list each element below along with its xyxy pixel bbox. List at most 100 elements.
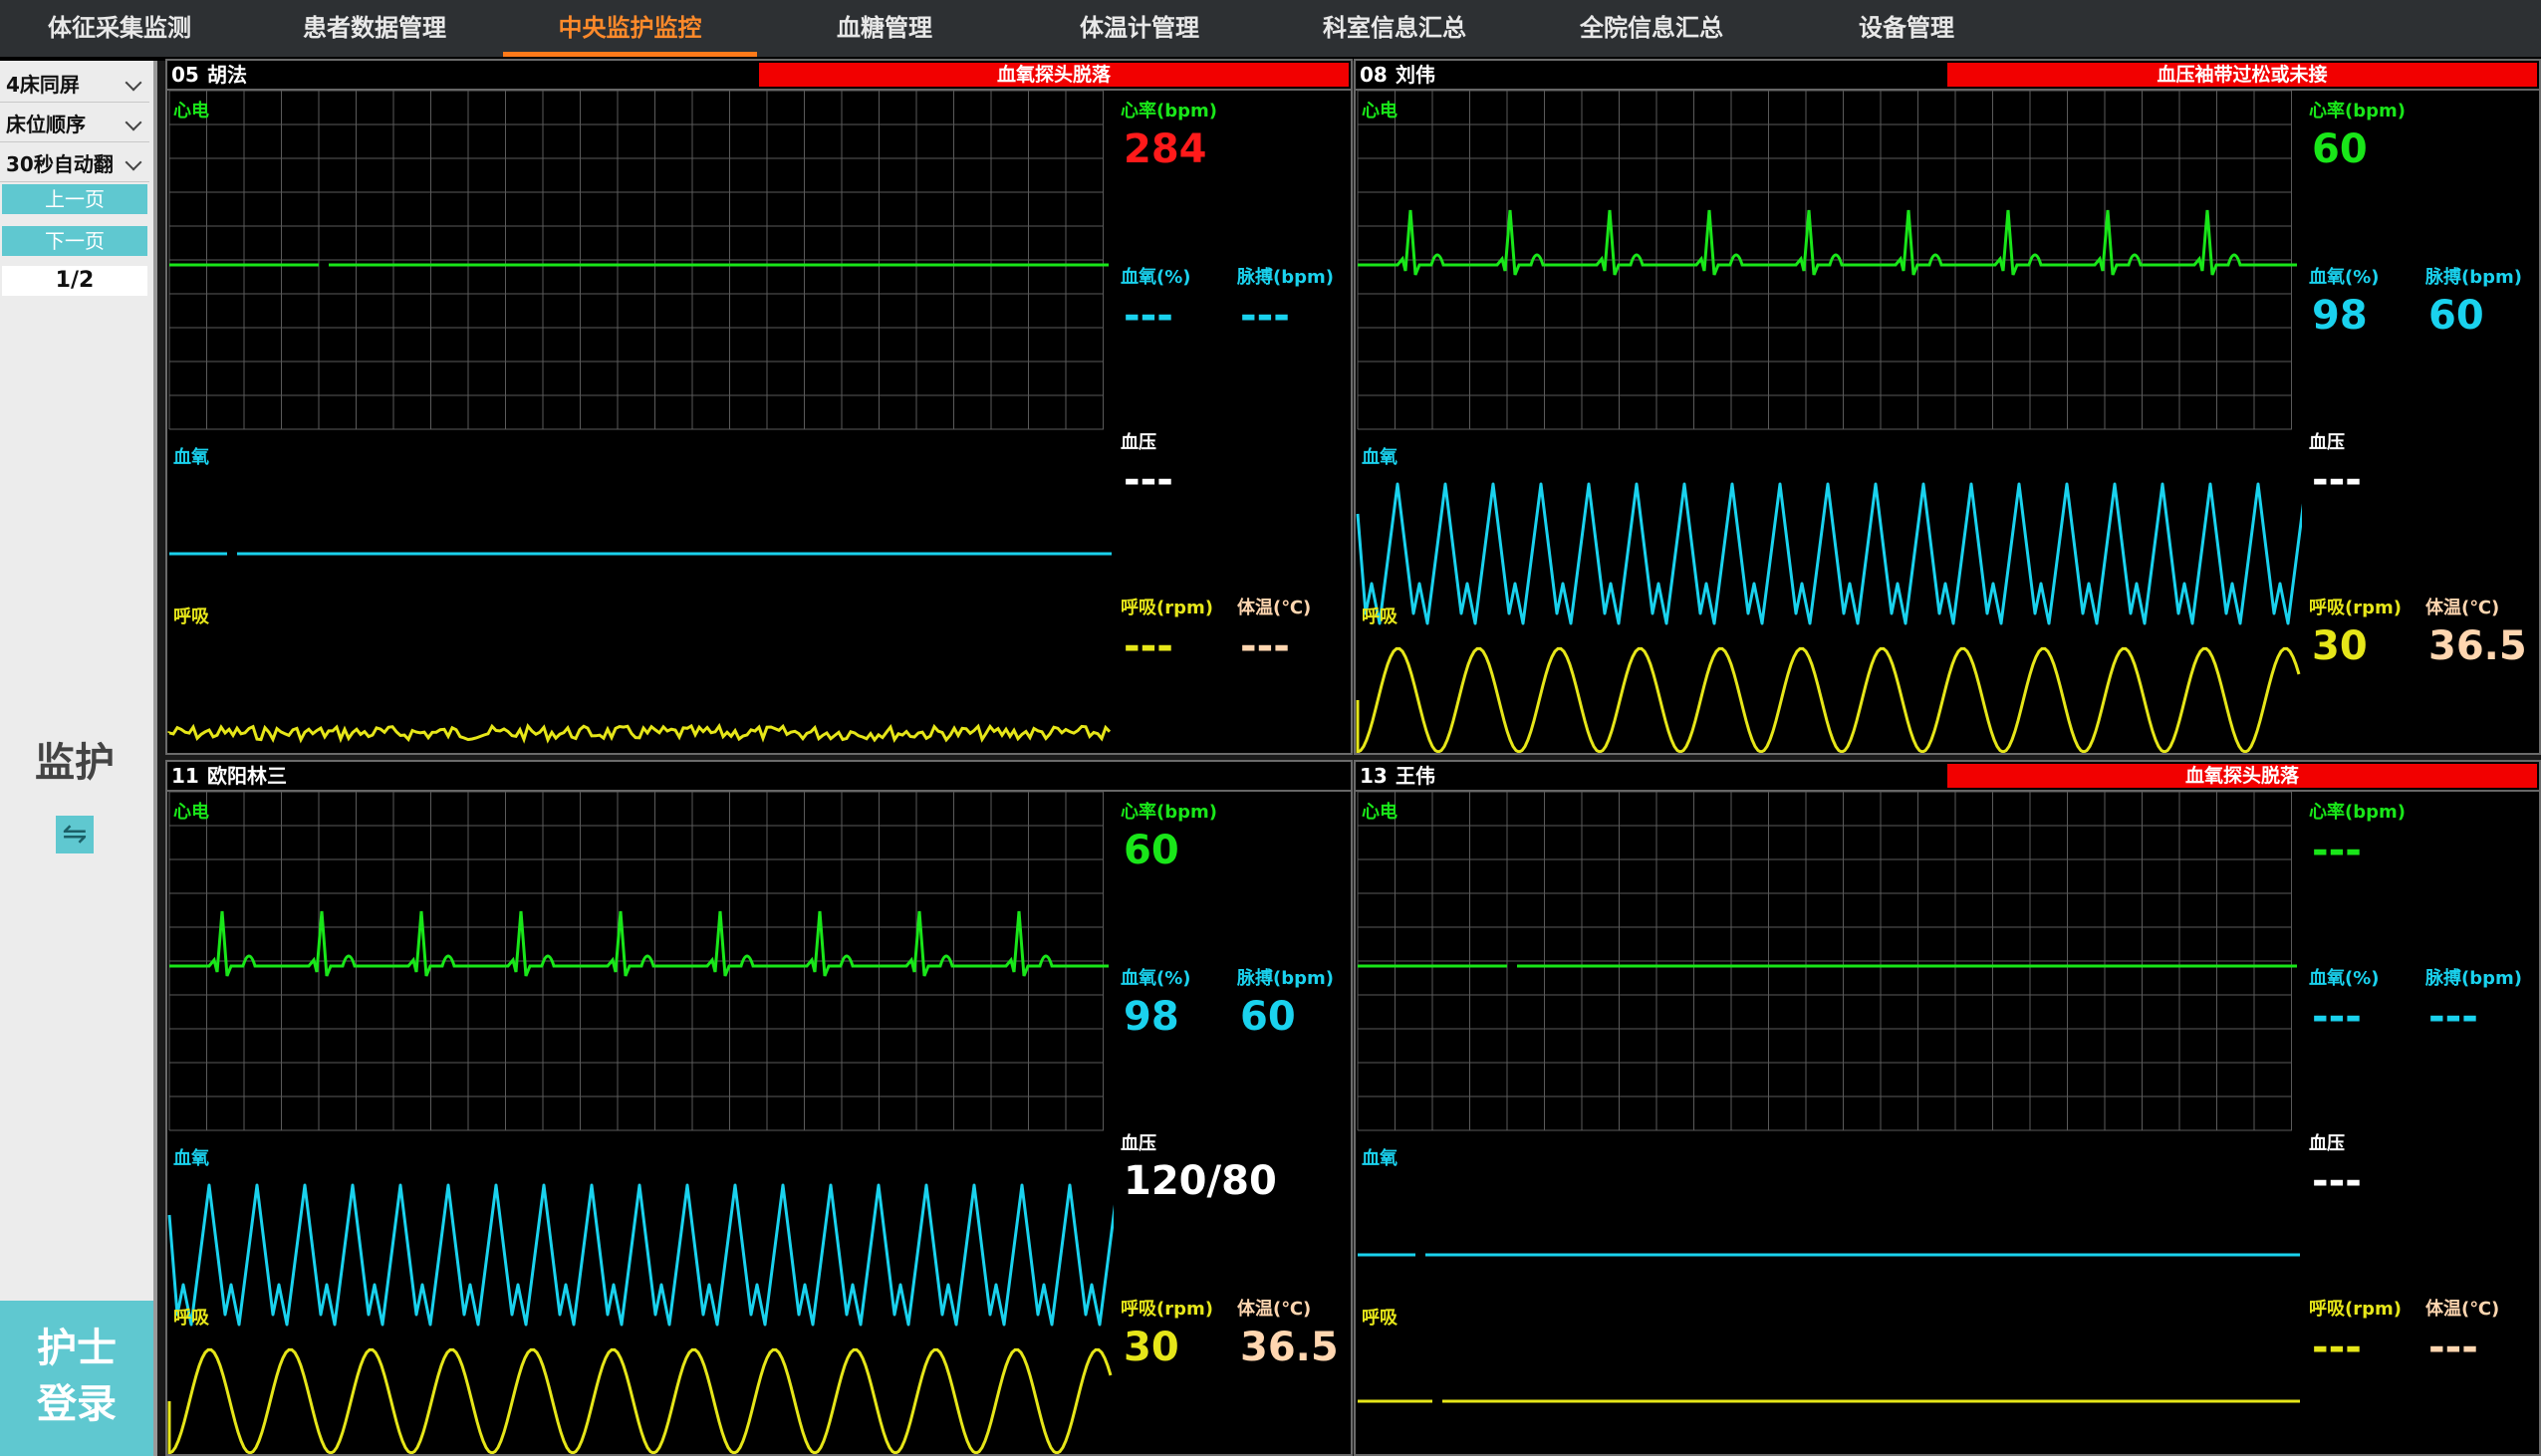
ecg-trace <box>1358 209 2297 276</box>
next-page-button[interactable]: 下一页 <box>2 226 147 256</box>
tab-patient-data[interactable]: 患者数据管理 <box>249 0 500 57</box>
hr-label: 心率(bpm) <box>1121 101 1217 121</box>
ecg-grid <box>168 792 1104 1131</box>
nurse-login-label-1: 护士 <box>37 1326 117 1371</box>
tab-vital-signs-collection[interactable]: 体征采集监测 <box>0 0 239 57</box>
order-select[interactable]: 床位顺序 <box>0 107 149 142</box>
ecg-grid <box>168 91 1104 430</box>
patient-name: 欧阳林三 <box>207 764 287 788</box>
ecg-wave-label: 心电 <box>1362 101 1398 121</box>
spo2-value: 98 <box>2312 293 2368 339</box>
alarm-banner: 血压袖带过松或未接 <box>1947 63 2537 87</box>
waveform-area <box>1356 91 2302 753</box>
resp-trace <box>167 722 1112 744</box>
ecg-wave-label: 心电 <box>1362 802 1398 823</box>
spo2-wave-label: 血氧 <box>1362 1148 1398 1169</box>
pulse-value: --- <box>1240 293 1290 339</box>
alarm-banner: 血氧探头脱落 <box>1947 764 2537 788</box>
spo2-wave-label: 血氧 <box>173 447 209 468</box>
spo2-label: 血氧(%) <box>1121 968 1191 989</box>
spo2-value: 98 <box>1124 994 1179 1040</box>
bp-label: 血压 <box>2309 432 2345 453</box>
patient-monitor-panel[interactable]: 05 胡法 血氧探头脱落 心电 血氧 呼吸 心率(bpm) 血氧(%) 脉搏(bpm) 血压 呼吸(… <box>165 59 1353 755</box>
prev-page-button[interactable]: 上一页 <box>2 184 147 214</box>
ecg-trace <box>169 910 1109 977</box>
nurse-login-button[interactable]: 护士 登录 <box>0 1301 153 1456</box>
ecg-grid <box>1357 91 2292 430</box>
auto-flip-select-value: 30秒自动翻 <box>6 152 114 176</box>
resp-label: 呼吸(rpm) <box>2309 598 2402 618</box>
pulse-value: 60 <box>2428 293 2484 339</box>
auto-flip-select[interactable]: 30秒自动翻 <box>0 146 149 182</box>
bp-label: 血压 <box>2309 1133 2345 1154</box>
spo2-label: 血氧(%) <box>2309 267 2380 288</box>
temp-value: --- <box>2428 1325 2478 1370</box>
temp-value: 36.5 <box>2428 623 2527 669</box>
tab-thermometer[interactable]: 体温计管理 <box>1014 0 1265 57</box>
spo2-trace <box>1356 482 2302 625</box>
hr-label: 心率(bpm) <box>2309 802 2406 823</box>
top-navigation: 体征采集监测 患者数据管理 中央监护监控 血糖管理 体温计管理 科室信息汇总 全… <box>0 0 2541 61</box>
bed-number: 05 <box>171 63 199 87</box>
bed-number: 08 <box>1360 63 1388 87</box>
resp-value: 30 <box>2312 623 2368 669</box>
bp-label: 血压 <box>1121 1133 1156 1154</box>
resp-label: 呼吸(rpm) <box>1121 1299 1213 1320</box>
bed-number: 13 <box>1360 764 1388 788</box>
alarm-banner: 血氧探头脱落 <box>759 63 1349 87</box>
chevron-down-icon <box>125 153 142 171</box>
tab-device-management[interactable]: 设备管理 <box>1779 0 2034 57</box>
bp-value: --- <box>2312 1158 2362 1204</box>
chevron-down-icon <box>125 114 142 131</box>
resp-wave-label: 呼吸 <box>173 607 209 627</box>
pulse-value: --- <box>2428 994 2478 1040</box>
sidebar: 4床同屏 床位顺序 30秒自动翻 上一页 下一页 1/2 监护 ⇋ 护士 登录 <box>0 61 157 1456</box>
patient-monitor-panel[interactable]: 13 王伟 血氧探头脱落 心电 血氧 呼吸 心率(bpm) 血氧(%) 脉搏(bpm) 血压 呼吸(… <box>1354 760 2541 1456</box>
tab-blood-glucose[interactable]: 血糖管理 <box>759 0 1010 57</box>
pulse-label: 脉搏(bpm) <box>2425 968 2522 989</box>
monitor-label: 监护 <box>35 740 115 786</box>
resp-label: 呼吸(rpm) <box>2309 1299 2402 1320</box>
resp-trace <box>1356 646 2301 753</box>
hr-value: 284 <box>1124 126 1207 172</box>
nurse-login-label-2: 登录 <box>37 1381 117 1427</box>
spo2-wave-label: 血氧 <box>1362 447 1398 468</box>
bed-number: 11 <box>171 764 199 788</box>
spo2-value: --- <box>1124 293 1173 339</box>
tab-department-summary[interactable]: 科室信息汇总 <box>1267 0 1522 57</box>
patient-monitor-panel[interactable]: 08 刘伟 血压袖带过松或未接 心电 血氧 呼吸 心率(bpm) 血氧(%) 脉搏(bpm) 血压… <box>1354 59 2541 755</box>
pulse-value: 60 <box>1240 994 1296 1040</box>
spo2-trace <box>167 1183 1114 1327</box>
spo2-wave-label: 血氧 <box>173 1148 209 1169</box>
patient-monitor-panel[interactable]: 11 欧阳林三 心电 血氧 呼吸 心率(bpm) 血氧(%) 脉搏(bpm) 血压 呼吸(rpm)… <box>165 760 1353 1456</box>
waveform-area <box>1357 792 2300 1403</box>
resp-trace <box>167 1347 1113 1454</box>
layout-select-value: 4床同屏 <box>6 73 80 97</box>
resp-wave-label: 呼吸 <box>1362 1308 1398 1329</box>
tab-hospital-summary[interactable]: 全院信息汇总 <box>1524 0 1779 57</box>
temp-label: 体温(℃) <box>2425 1299 2500 1320</box>
resp-label: 呼吸(rpm) <box>1121 598 1213 618</box>
resp-wave-label: 呼吸 <box>173 1308 209 1329</box>
temp-label: 体温(℃) <box>2425 598 2500 618</box>
tab-central-monitoring[interactable]: 中央监护监控 <box>503 0 757 57</box>
resp-value: --- <box>1124 623 1173 669</box>
temp-value: 36.5 <box>1240 1325 1339 1370</box>
resp-wave-label: 呼吸 <box>1362 607 1398 627</box>
waveform-area <box>167 91 1112 744</box>
spo2-label: 血氧(%) <box>2309 968 2380 989</box>
patient-name: 刘伟 <box>1396 63 1435 87</box>
bp-value: --- <box>1124 457 1173 503</box>
page-indicator: 1/2 <box>2 266 147 296</box>
order-select-value: 床位顺序 <box>6 113 86 136</box>
spo2-label: 血氧(%) <box>1121 267 1191 288</box>
hr-value: 60 <box>2312 126 2368 172</box>
ecg-wave-label: 心电 <box>173 802 209 823</box>
layout-select[interactable]: 4床同屏 <box>0 67 149 103</box>
resp-value: 30 <box>1124 1325 1179 1370</box>
bp-value: --- <box>2312 457 2362 503</box>
swap-icon[interactable]: ⇋ <box>56 816 94 853</box>
patient-name: 胡法 <box>207 63 247 87</box>
ecg-grid <box>1357 792 2292 1131</box>
chevron-down-icon <box>125 74 142 92</box>
